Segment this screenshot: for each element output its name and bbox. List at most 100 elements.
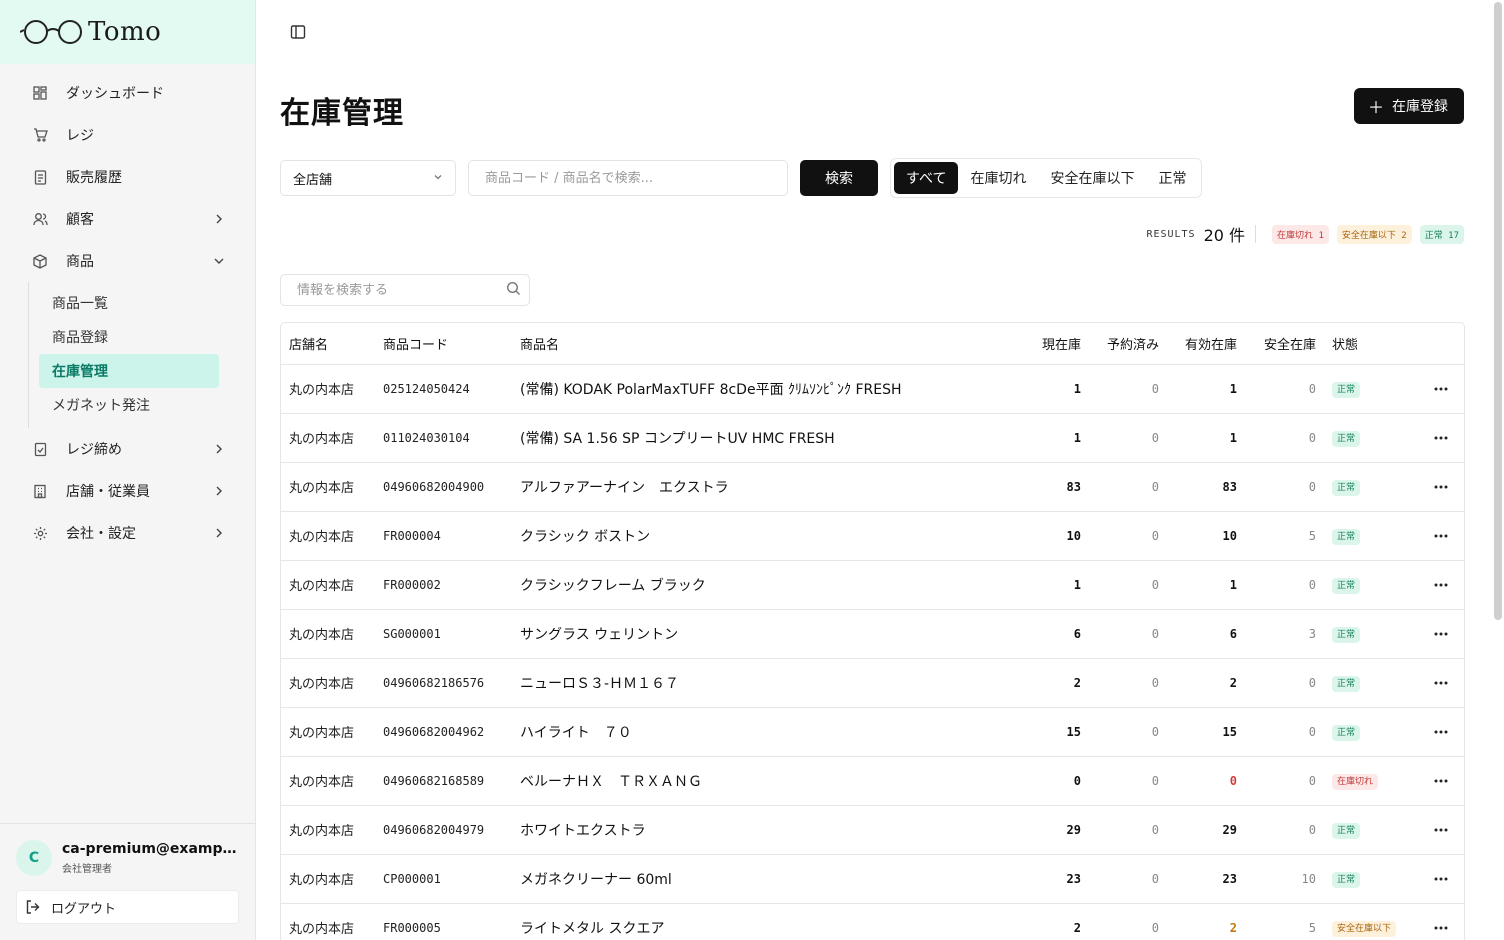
cell-stock: 2: [1014, 658, 1089, 708]
table-row[interactable]: 丸の内本店 025124050424 (常備) KODAK PolarMaxTUFF…: [281, 364, 1464, 414]
cell-stock: 1: [1014, 364, 1089, 414]
store-select[interactable]: 全店舗: [280, 160, 456, 196]
sidebar-item-products[interactable]: 商品: [0, 240, 255, 282]
cell-stock: 10: [1014, 511, 1089, 561]
sidebar-toggle-icon[interactable]: [290, 24, 308, 40]
cell-code: 04960682004979: [375, 805, 512, 855]
cell-code: FR000002: [375, 560, 512, 610]
sidebar-item-sales-history[interactable]: 販売履歴: [0, 156, 255, 198]
cell-available: 83: [1167, 462, 1245, 512]
cell-stock: 0: [1014, 756, 1089, 806]
more-options-icon[interactable]: [1432, 674, 1450, 692]
user-email: ca-premium@example.com: [62, 841, 237, 857]
col-safety[interactable]: 安全在庫: [1245, 323, 1324, 365]
table-header-row: 店舗名 商品コード 商品名 現在庫 予約済み 有効在庫 安全在庫 状態: [281, 323, 1464, 365]
col-store[interactable]: 店舗名: [281, 323, 375, 365]
cell-name: ベルーナＨＸ ＴＲＸＡＮＧ: [512, 756, 1014, 806]
table-row[interactable]: 丸の内本店 FR000004 クラシック ボストン 10 0 10 5 正常: [281, 511, 1464, 561]
sidebar-subitem-product-list[interactable]: 商品一覧: [39, 286, 219, 320]
avatar: C: [16, 840, 52, 876]
cell-stock: 15: [1014, 707, 1089, 757]
search-button[interactable]: 検索: [800, 160, 878, 196]
sidebar-item-label: 商品: [66, 254, 94, 270]
cell-status: 正常: [1324, 707, 1424, 757]
more-options-icon[interactable]: [1432, 527, 1450, 545]
more-options-icon[interactable]: [1432, 772, 1450, 790]
table-row[interactable]: 丸の内本店 SG000001 サングラス ウェリントン 6 0 6 3 正常: [281, 609, 1464, 659]
gear-icon: [32, 525, 48, 541]
product-search-input[interactable]: [468, 160, 788, 196]
more-options-icon[interactable]: [1432, 723, 1450, 741]
more-options-icon[interactable]: [1432, 625, 1450, 643]
table-search-input[interactable]: [297, 282, 506, 298]
more-options-icon[interactable]: [1432, 576, 1450, 594]
sidebar-item-stores-staff[interactable]: 店舗・従業員: [0, 470, 255, 512]
cell-reserved: 0: [1089, 707, 1167, 757]
sidebar-item-customers[interactable]: 顧客: [0, 198, 255, 240]
cell-code: 04960682168589: [375, 756, 512, 806]
more-options-icon[interactable]: [1432, 870, 1450, 888]
logo[interactable]: Tomo: [0, 0, 255, 64]
table-row[interactable]: 丸の内本店 04960682004979 ホワイトエクストラ 29 0 29 0 正常: [281, 805, 1464, 855]
cell-actions: [1424, 462, 1464, 512]
cell-reserved: 0: [1089, 903, 1167, 940]
cell-safety: 0: [1245, 413, 1324, 463]
col-available[interactable]: 有効在庫: [1167, 323, 1245, 365]
sidebar-subitem-product-register[interactable]: 商品登録: [39, 320, 219, 354]
col-stock[interactable]: 現在庫: [1014, 323, 1089, 365]
cell-available: 23: [1167, 854, 1245, 904]
cell-name: ニューロＳ３-ＨＭ１６７: [512, 658, 1014, 708]
sidebar-item-dashboard[interactable]: ダッシュボード: [0, 72, 255, 114]
sidebar-item-company-settings[interactable]: 会社・設定: [0, 512, 255, 554]
cell-code: FR000005: [375, 903, 512, 940]
cell-safety: 10: [1245, 854, 1324, 904]
cell-store: 丸の内本店: [281, 658, 375, 708]
sidebar-subitem-meganet-order[interactable]: メガネット発注: [39, 388, 219, 422]
col-reserved[interactable]: 予約済み: [1089, 323, 1167, 365]
table-row[interactable]: 丸の内本店 04960682168589 ベルーナＨＸ ＴＲＸＡＮＧ 0 0 0 0 在庫切れ: [281, 756, 1464, 806]
cell-actions: [1424, 560, 1464, 610]
tab-below-safety[interactable]: 安全在庫以下: [1038, 162, 1146, 194]
more-options-icon[interactable]: [1432, 429, 1450, 447]
col-status[interactable]: 状態: [1324, 323, 1424, 365]
more-options-icon[interactable]: [1432, 821, 1450, 839]
sidebar: Tomo ダッシュボード レジ 販売履歴 顧客 商品 商品一覧 商品登録 在庫管…: [0, 0, 256, 940]
sidebar-subitem-label: メガネット発注: [52, 398, 150, 414]
tab-out-of-stock[interactable]: 在庫切れ: [958, 162, 1038, 194]
cell-available: 15: [1167, 707, 1245, 757]
status-badge: 正常: [1332, 725, 1361, 741]
logout-button[interactable]: ログアウト: [16, 890, 239, 924]
sidebar-item-register-close[interactable]: レジ締め: [0, 428, 255, 470]
cell-actions: [1424, 658, 1464, 708]
add-inventory-button[interactable]: ＋ 在庫登録: [1353, 88, 1464, 124]
sidebar-item-register[interactable]: レジ: [0, 114, 255, 156]
table-row[interactable]: 丸の内本店 CP000001 メガネクリーナー 60ml 23 0 23 10 正常: [281, 854, 1464, 904]
more-options-icon[interactable]: [1432, 478, 1450, 496]
table-row[interactable]: 丸の内本店 FR000005 ライトメタル スクエア 2 0 2 5 安全在庫以下: [281, 903, 1464, 940]
table-row[interactable]: 丸の内本店 011024030104 (常備) SA 1.56 SP コンプリートU…: [281, 413, 1464, 463]
col-name[interactable]: 商品名: [512, 323, 1014, 365]
table-row[interactable]: 丸の内本店 FR000002 クラシックフレーム ブラック 1 0 1 0 正常: [281, 560, 1464, 610]
cell-stock: 1: [1014, 413, 1089, 463]
status-badge: 正常: [1332, 480, 1361, 496]
search-icon[interactable]: [506, 281, 521, 300]
page-scrollbar[interactable]: [1494, 2, 1502, 620]
table-row[interactable]: 丸の内本店 04960682186576 ニューロＳ３-ＨＭ１６７ 2 0 2 0 正常: [281, 658, 1464, 708]
cell-available: 29: [1167, 805, 1245, 855]
status-badge: 正常: [1332, 578, 1361, 594]
status-badge: 正常: [1332, 627, 1361, 643]
more-options-icon[interactable]: [1432, 380, 1450, 398]
more-options-icon[interactable]: [1432, 919, 1450, 937]
table-row[interactable]: 丸の内本店 04960682004900 アルファアーナイン エクストラ 83 0 83 0…: [281, 462, 1464, 512]
col-code[interactable]: 商品コード: [375, 323, 512, 365]
tab-normal[interactable]: 正常: [1146, 162, 1198, 194]
tab-all[interactable]: すべて: [894, 162, 959, 194]
table-row[interactable]: 丸の内本店 04960682004962 ハイライト ７０ 15 0 15 0 正常: [281, 707, 1464, 757]
cell-actions: [1424, 805, 1464, 855]
cell-safety: 3: [1245, 609, 1324, 659]
sidebar-subitem-inventory[interactable]: 在庫管理: [39, 354, 219, 388]
cell-actions: [1424, 511, 1464, 561]
below-safety-badge: 安全在庫以下 2: [1336, 224, 1412, 244]
user-profile[interactable]: C ca-premium@example.com 会社管理者: [16, 840, 239, 876]
plus-icon: ＋: [1367, 98, 1384, 117]
